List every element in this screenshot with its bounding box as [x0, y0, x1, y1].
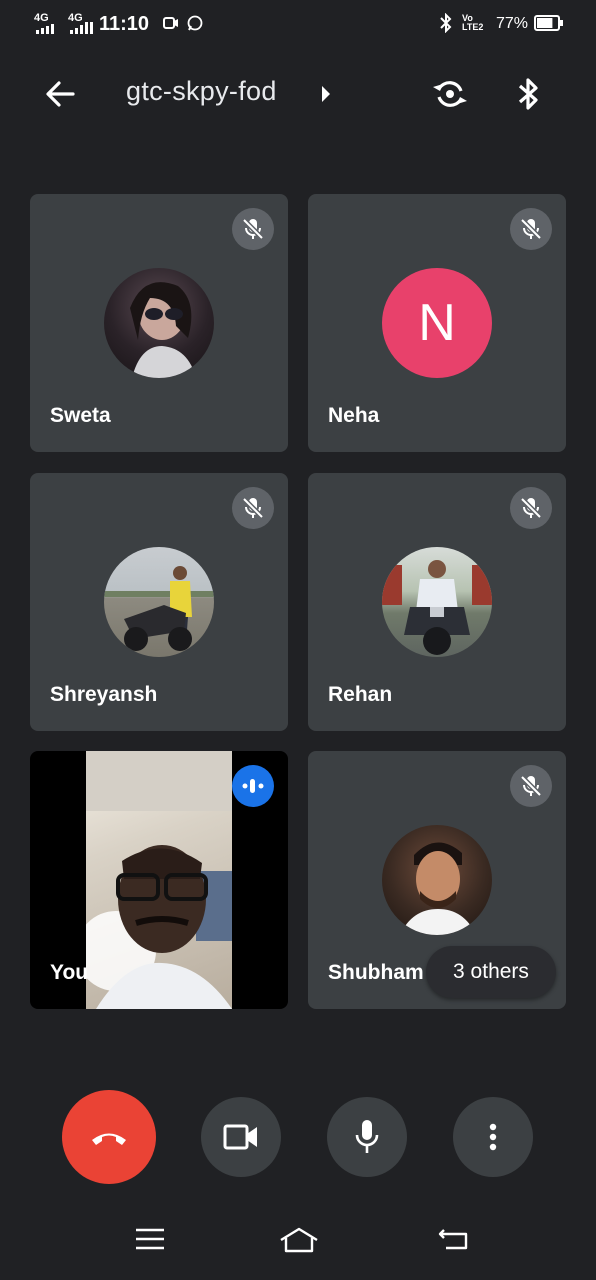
- self-video-image: [86, 751, 232, 1009]
- participant-name: Shreyansh: [50, 683, 158, 706]
- back-button[interactable]: [38, 72, 82, 116]
- participant-name: Neha: [328, 404, 380, 427]
- clock: 11:10: [99, 13, 150, 35]
- status-bar: 4G 4G 11:10 Vo LTE2 77%: [0, 0, 596, 46]
- participant-tile-shreyansh[interactable]: Shreyansh: [30, 473, 288, 731]
- more-options-button[interactable]: [453, 1097, 533, 1177]
- participant-name: Shubham: [328, 961, 424, 984]
- others-chip[interactable]: 3 others: [426, 946, 556, 998]
- profile-photo: [104, 566, 214, 651]
- network-1-label: 4G: [34, 12, 49, 24]
- end-call-button[interactable]: [62, 1090, 156, 1184]
- more-vert-icon: [489, 1123, 497, 1151]
- whatsapp-icon: [187, 15, 203, 31]
- participant-tile-neha[interactable]: N Neha: [308, 194, 566, 452]
- mic-off-icon: [242, 218, 264, 240]
- profile-photo: [382, 560, 492, 655]
- meeting-code[interactable]: gtc-skpy-fod: [126, 76, 277, 107]
- signal-1-icon: [36, 24, 54, 34]
- participant-name: Sweta: [50, 404, 111, 427]
- speaking-indicator: [232, 765, 274, 807]
- mic-off-icon: [242, 497, 264, 519]
- avatar-initial: N: [382, 268, 492, 378]
- chevron-right-icon[interactable]: [320, 84, 332, 104]
- participant-tile-rehan[interactable]: Rehan: [308, 473, 566, 731]
- participant-name: You: [50, 961, 89, 984]
- mic-off-badge: [510, 487, 552, 529]
- participant-tile-sweta[interactable]: Sweta: [30, 194, 288, 452]
- home-nav-icon[interactable]: [278, 1226, 320, 1254]
- bluetooth-icon: [518, 78, 538, 110]
- back-nav-icon[interactable]: [438, 1226, 470, 1252]
- switch-camera-icon: [433, 81, 467, 107]
- self-video-feed: [86, 751, 232, 1009]
- back-arrow-icon: [46, 81, 75, 107]
- screen-record-icon: [163, 17, 178, 29]
- menu-nav-icon[interactable]: [135, 1228, 165, 1250]
- battery-percent: 77%: [496, 15, 529, 32]
- bluetooth-status-icon: [440, 13, 452, 33]
- mic-off-icon: [520, 218, 542, 240]
- avatar: [104, 268, 214, 378]
- profile-photo: [130, 282, 196, 378]
- switch-camera-button[interactable]: [426, 70, 474, 118]
- avatar: [382, 547, 492, 657]
- microphone-icon: [355, 1120, 379, 1153]
- mic-off-badge: [510, 208, 552, 250]
- avatar: [382, 825, 492, 935]
- end-call-icon: [92, 1133, 126, 1145]
- mic-off-badge: [510, 765, 552, 807]
- mic-off-badge: [232, 208, 274, 250]
- participant-tile-self[interactable]: You: [30, 751, 288, 1009]
- microphone-button[interactable]: [327, 1097, 407, 1177]
- volte-label: Vo LTE2: [462, 13, 484, 32]
- avatar: [104, 547, 214, 657]
- signal-2-icon: [70, 22, 93, 34]
- mic-off-icon: [520, 497, 542, 519]
- audio-level-icon: [242, 779, 264, 793]
- camera-button[interactable]: [201, 1097, 281, 1177]
- battery-icon: [534, 15, 563, 31]
- profile-photo: [400, 842, 476, 935]
- bluetooth-button[interactable]: [508, 70, 550, 118]
- camera-icon: [223, 1124, 257, 1150]
- participant-name: Rehan: [328, 683, 393, 706]
- mic-off-icon: [520, 775, 542, 797]
- mic-off-badge: [232, 487, 274, 529]
